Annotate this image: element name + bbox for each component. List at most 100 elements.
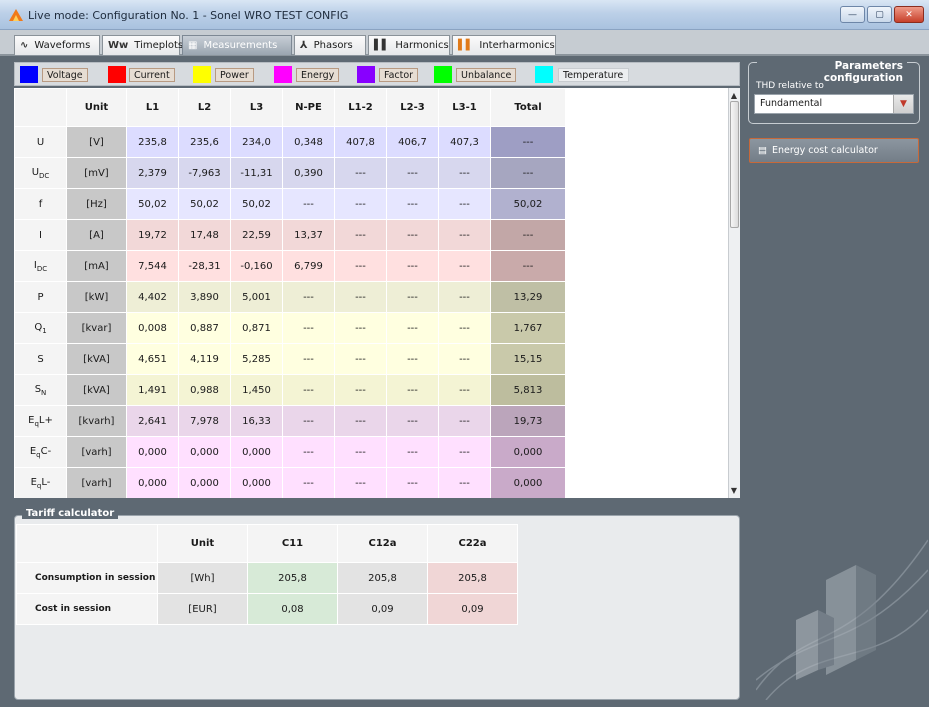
scroll-up-arrow-icon[interactable]: ▲ — [728, 89, 740, 101]
app-logo-icon — [9, 9, 23, 21]
voltage-legend-button[interactable]: Voltage — [42, 68, 88, 82]
value-cell: 5,001 — [230, 281, 283, 313]
tab-label: Phasors — [313, 40, 353, 51]
value-cell: --- — [386, 157, 439, 189]
quantity-label: EqC- — [14, 436, 67, 468]
column-header: Total — [490, 88, 566, 127]
energy-legend-button[interactable]: Energy — [296, 68, 340, 82]
unbalance-legend-button[interactable]: Unbalance — [456, 68, 517, 82]
value-cell: 7,978 — [178, 405, 231, 437]
window-title: Live mode: Configuration No. 1 - Sonel W… — [28, 9, 349, 22]
value-cell: 0,000 — [126, 467, 179, 498]
value-cell: 5,285 — [230, 343, 283, 375]
value-cell: --- — [438, 188, 491, 220]
total-cell: 13,29 — [490, 281, 566, 313]
value-cell: --- — [438, 374, 491, 406]
value-cell: 3,890 — [178, 281, 231, 313]
energy-color-swatch — [274, 66, 292, 83]
energy-cost-calculator-button[interactable]: ▤ Energy cost calculator — [749, 138, 919, 163]
temperature-legend-button[interactable]: Temperature — [558, 68, 629, 82]
unbalance-color-swatch — [434, 66, 452, 83]
current-legend-button[interactable]: Current — [129, 68, 175, 82]
table-row: EqL- [varh] 0,000 0,000 0,000 --- --- --- --- 0,0… — [14, 467, 566, 498]
total-cell: 0,000 — [490, 467, 566, 498]
factor-legend-button[interactable]: Factor — [379, 68, 419, 82]
column-header: Unit — [66, 88, 127, 127]
value-cell: -11,31 — [230, 157, 283, 189]
row-label: Consumption in session — [16, 562, 158, 594]
power-legend-button[interactable]: Power — [215, 68, 254, 82]
tab-harmonics[interactable]: ▌▌ Harmonics — [368, 35, 450, 55]
table-row: Q1 [kvar] 0,008 0,887 0,871 --- --- --- --- 1,767 — [14, 312, 566, 344]
maximize-button[interactable]: ▢ — [867, 6, 892, 23]
value-cell: -28,31 — [178, 250, 231, 282]
scrollbar-thumb[interactable] — [730, 101, 739, 228]
quantity-symbol: P — [37, 291, 44, 303]
value-cell: --- — [282, 405, 335, 437]
column-header: Unit — [157, 524, 248, 563]
quantity-symbol: U — [36, 136, 45, 148]
value-cell: --- — [386, 250, 439, 282]
calculator-icon: ▤ — [758, 145, 767, 156]
value-cell: --- — [438, 250, 491, 282]
value-cell: --- — [386, 436, 439, 468]
value-cell: --- — [334, 312, 387, 344]
color-bar-chart-icon: ▌▌ — [458, 40, 474, 51]
chevron-down-icon[interactable]: ▼ — [893, 95, 913, 113]
value-cell: 2,379 — [126, 157, 179, 189]
unit-cell: [kvarh] — [66, 405, 127, 437]
column-header: L2-3 — [386, 88, 439, 127]
value-cell: --- — [334, 374, 387, 406]
unit-cell: [kW] — [66, 281, 127, 313]
tab-label: Harmonics — [395, 40, 449, 51]
value-cell: --- — [386, 188, 439, 220]
value-cell: 50,02 — [178, 188, 231, 220]
tariff-value-cell: 0,09 — [427, 593, 518, 625]
tab-label: Interharmonics — [479, 40, 555, 51]
value-cell: 235,6 — [178, 126, 231, 158]
value-cell: 0,390 — [282, 157, 335, 189]
quantity-label: P — [14, 281, 67, 313]
tab-label: Waveforms — [34, 40, 91, 51]
value-cell: 16,33 — [230, 405, 283, 437]
table-row: S [kVA] 4,651 4,119 5,285 --- --- --- --- 15,15 — [14, 343, 566, 375]
value-cell: 0,008 — [126, 312, 179, 344]
quantity-label: Q1 — [14, 312, 67, 344]
value-cell: --- — [386, 281, 439, 313]
value-cell: 17,48 — [178, 219, 231, 251]
table-row: U [V] 235,8 235,6 234,0 0,348 407,8 406,7 407,3-… — [14, 126, 566, 158]
tab-interharmonics[interactable]: ▌▌ Interharmonics — [452, 35, 556, 55]
value-cell: --- — [282, 374, 335, 406]
tariff-table: Unit C11 C12a C22a Consumption in session [W… — [16, 524, 518, 625]
unit-cell: [mA] — [66, 250, 127, 282]
value-cell: 0,000 — [126, 436, 179, 468]
scroll-down-arrow-icon[interactable]: ▼ — [728, 484, 740, 496]
value-cell: 406,7 — [386, 126, 439, 158]
decorative-logo-graphic — [756, 539, 928, 700]
thd-reference-value: Fundamental — [760, 98, 823, 109]
bar-chart-icon: ▌▌ — [374, 40, 390, 51]
value-cell: --- — [386, 405, 439, 437]
timeplot-icon: Ww — [108, 40, 129, 51]
value-cell: --- — [282, 343, 335, 375]
row-label: Cost in session — [16, 593, 158, 625]
quantity-label: SN — [14, 374, 67, 406]
tab-timeplots[interactable]: Ww Timeplots — [102, 35, 184, 55]
quantity-label: f — [14, 188, 67, 220]
value-cell: 0,348 — [282, 126, 335, 158]
table-row: f [Hz] 50,02 50,02 50,02 --- --- --- --- 50,02 — [14, 188, 566, 220]
column-header: L3-1 — [438, 88, 491, 127]
tab-waveforms[interactable]: ∿ Waveforms — [14, 35, 100, 55]
minimize-button[interactable]: — — [840, 6, 865, 23]
value-cell: 1,491 — [126, 374, 179, 406]
close-button[interactable]: ✕ — [894, 6, 924, 23]
value-cell: --- — [334, 467, 387, 498]
tab-bar: ∿ Waveforms Ww Timeplots ▦ Measurements ⅄ Ph… — [0, 30, 929, 56]
tab-label: Timeplots — [134, 40, 184, 51]
table-row: Consumption in session [Wh] 205,8 205,8 205,… — [16, 562, 518, 594]
quantity-symbol: U — [31, 166, 40, 178]
tab-measurements[interactable]: ▦ Measurements — [182, 35, 292, 55]
tab-phasors[interactable]: ⅄ Phasors — [294, 35, 366, 55]
phasor-icon: ⅄ — [300, 40, 308, 51]
value-cell: --- — [282, 312, 335, 344]
